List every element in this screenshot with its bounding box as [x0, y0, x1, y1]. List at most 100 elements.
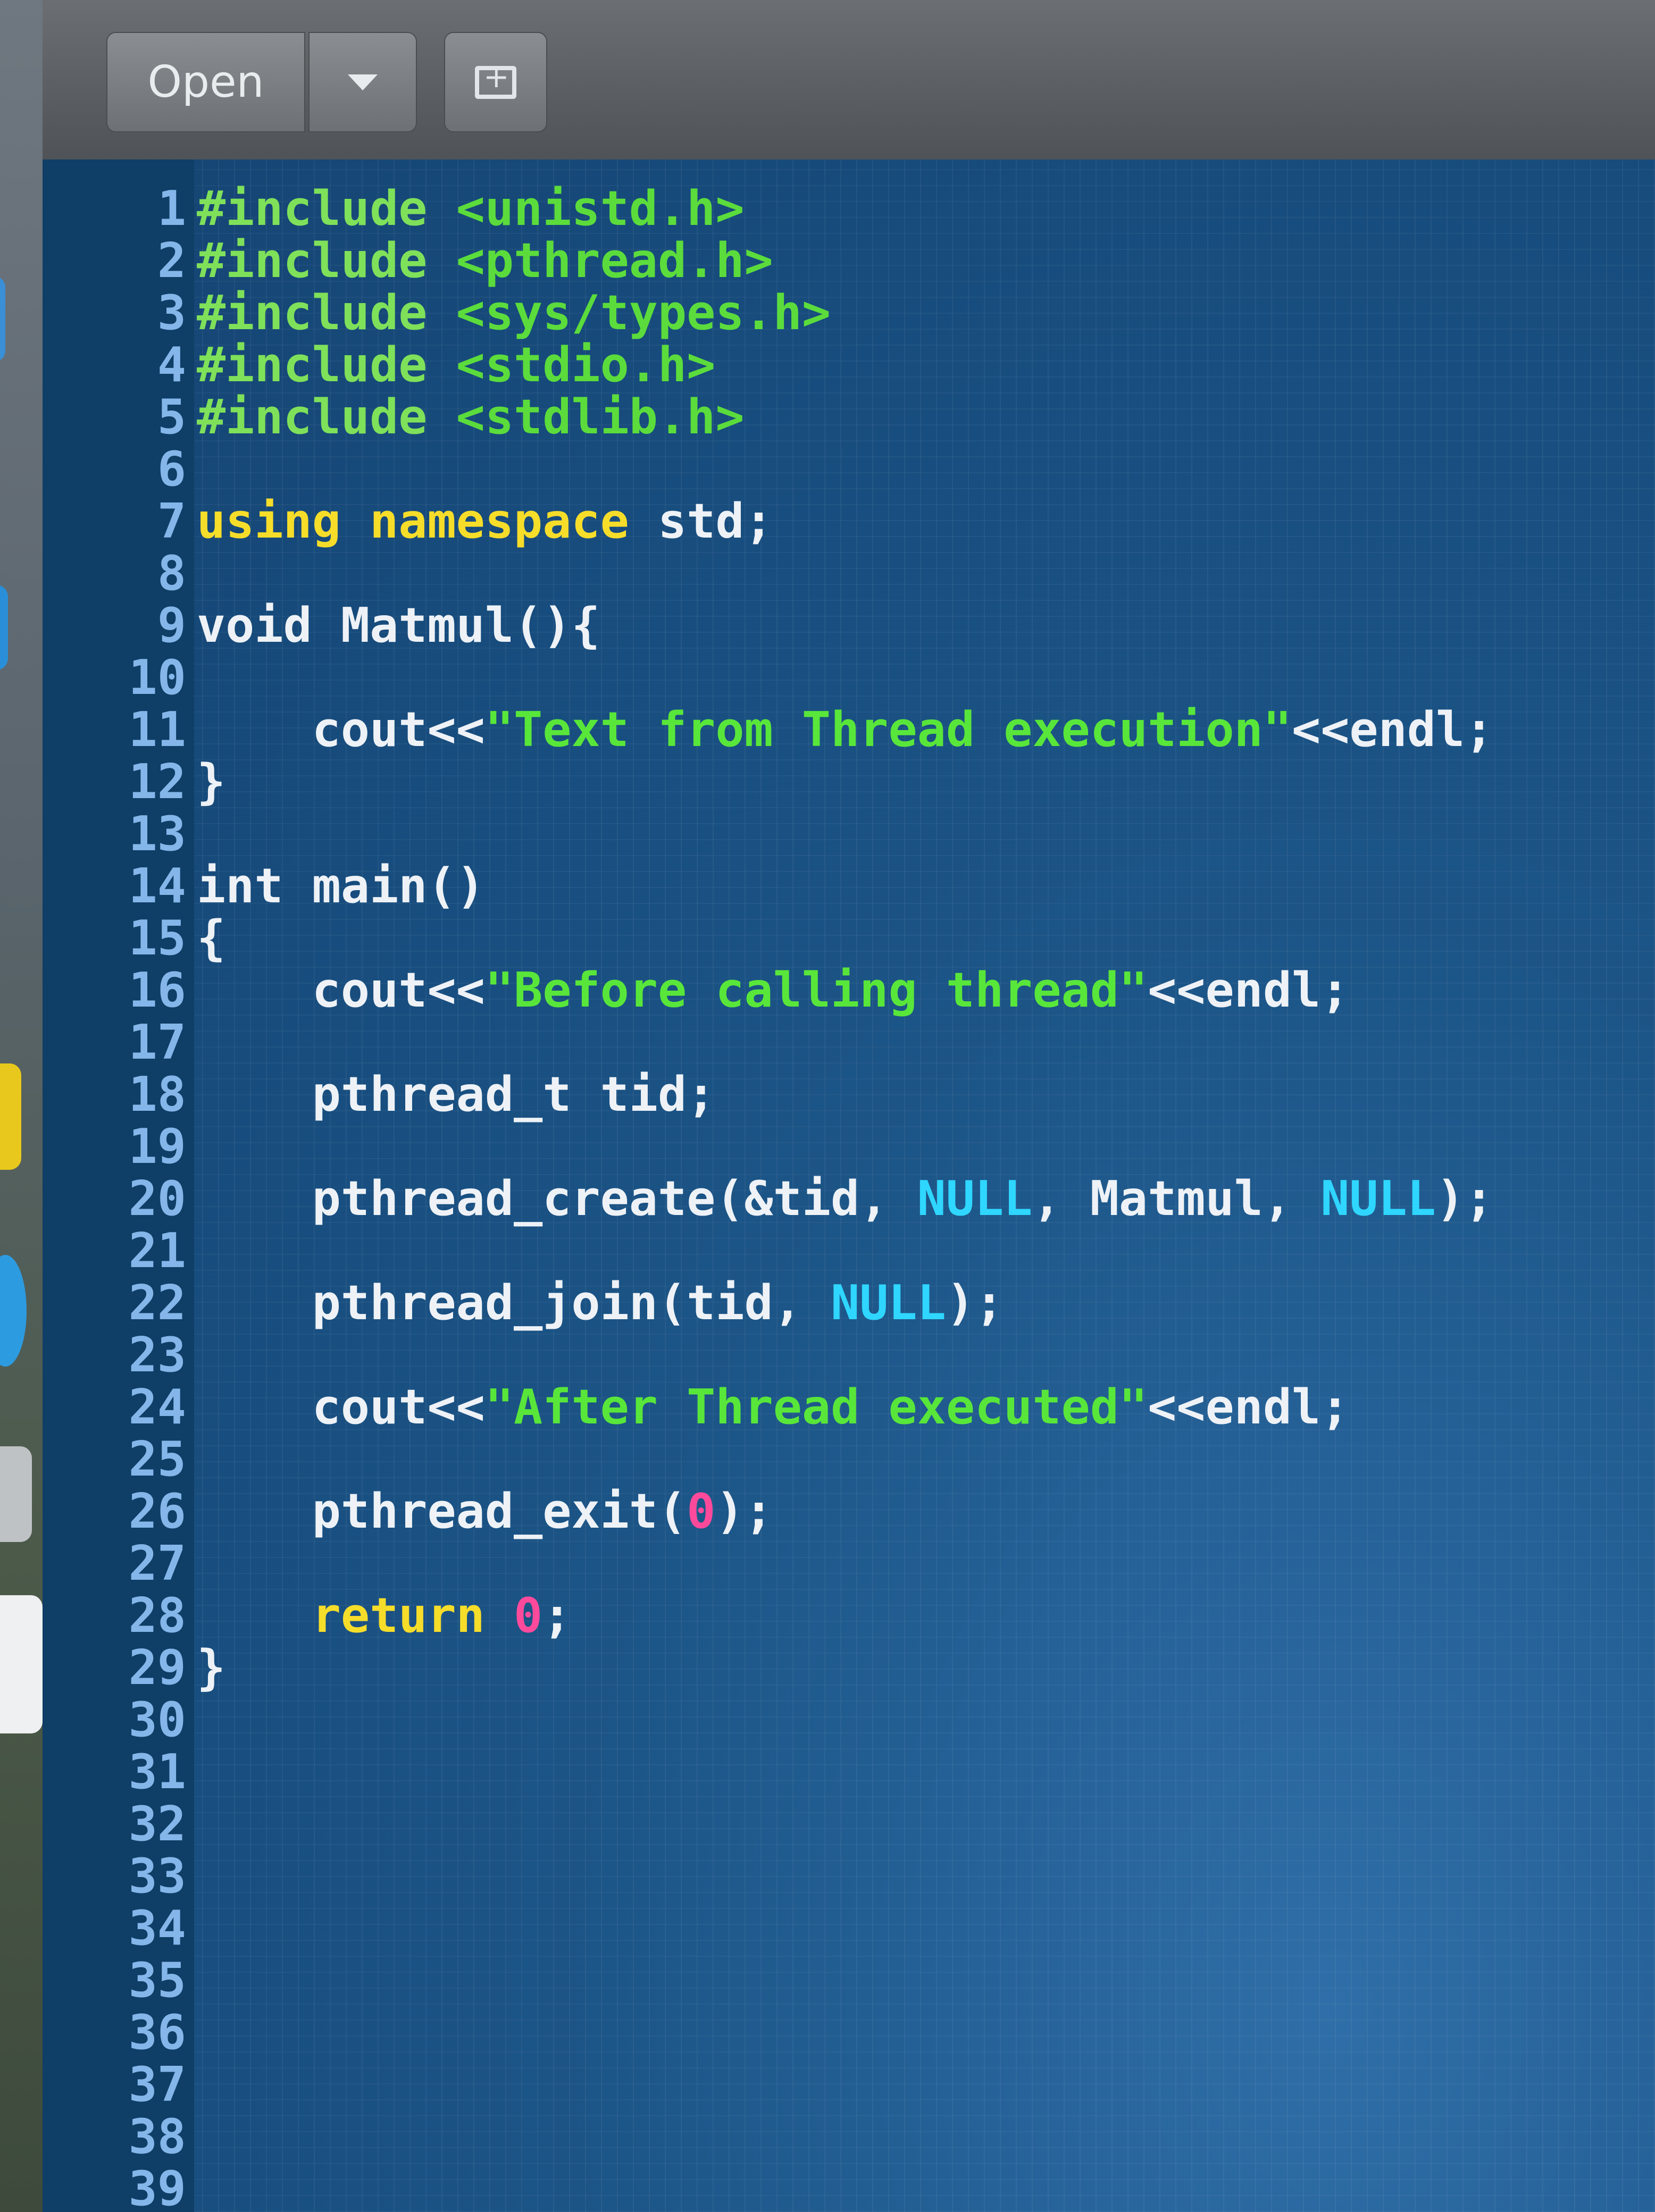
code-token: cout<< [197, 962, 485, 1018]
dock-app-icon[interactable] [0, 276, 5, 362]
new-document-icon [475, 58, 516, 99]
line-number: 9 [157, 598, 186, 653]
dock-app-icon[interactable] [0, 1255, 27, 1367]
code-text: pthread_exit(0); [197, 1484, 773, 1539]
code-token: <<endl; [1148, 962, 1350, 1018]
line-number: 11 [128, 702, 186, 758]
code-text: #include <sys/types.h> [197, 285, 831, 341]
code-token: cout<< [197, 702, 485, 758]
chevron-down-icon [348, 74, 378, 90]
code-token: <unistd.h> [456, 181, 745, 237]
line-number: 32 [128, 1796, 186, 1852]
code-text: cout<<"After Thread executed"<<endl; [197, 1379, 1350, 1435]
code-text: pthread_t tid; [197, 1067, 716, 1122]
line-number: 25 [128, 1431, 186, 1487]
code-token: #include [197, 337, 456, 393]
code-token: <sys/types.h> [456, 285, 831, 341]
line-number: 37 [128, 2057, 186, 2113]
code-text: #include <stdio.h> [197, 337, 715, 393]
code-token: <stdlib.h> [456, 389, 745, 445]
code-token: NULL [831, 1275, 946, 1331]
line-number: 6 [157, 441, 186, 497]
line-number: 4 [157, 337, 186, 393]
line-number: 14 [128, 858, 186, 914]
dock-app-icon[interactable] [0, 1446, 32, 1542]
code-token: int main() [197, 858, 485, 914]
line-number: 38 [128, 2109, 186, 2165]
code-token: #include [197, 285, 456, 341]
dock-app-icon[interactable] [0, 1595, 43, 1733]
line-number: 31 [128, 1744, 186, 1800]
code-token: "After Thread executed" [484, 1379, 1148, 1435]
line-number: 20 [128, 1171, 186, 1227]
code-token: 0 [514, 1588, 543, 1644]
code-text: void Matmul(){ [197, 598, 600, 653]
line-number: 27 [128, 1536, 186, 1591]
code-token: ); [1435, 1171, 1494, 1227]
line-number: 13 [128, 806, 186, 862]
code-text: } [197, 754, 225, 810]
line-number: 15 [128, 910, 186, 966]
open-button[interactable]: Open [106, 32, 305, 132]
line-number: 39 [128, 2161, 186, 2212]
code-token: NULL [1320, 1171, 1436, 1227]
code-text: #include <unistd.h> [197, 181, 745, 237]
code-text: cout<<"Text from Thread execution"<<endl… [197, 702, 1494, 758]
code-text: #include <stdlib.h> [197, 389, 745, 445]
code-token: pthread_exit( [197, 1484, 687, 1539]
code-token: pthread_create(&tid, [197, 1171, 917, 1227]
code-token: <stdio.h> [456, 337, 716, 393]
code-text: cout<<"Before calling thread"<<endl; [197, 962, 1350, 1018]
code-token: using namespace [197, 493, 629, 549]
line-number: 10 [128, 650, 186, 706]
code-token: std; [629, 493, 773, 549]
code-token: , Matmul, [1032, 1171, 1321, 1227]
code-token: #include [197, 181, 456, 237]
line-number: 8 [157, 546, 186, 601]
line-number: 17 [128, 1015, 186, 1070]
dock-app-icon[interactable] [0, 1063, 21, 1170]
code-token: } [197, 1640, 226, 1696]
line-number: 1 [157, 181, 186, 237]
code-token: pthread_t tid; [197, 1067, 716, 1122]
line-number: 24 [128, 1379, 186, 1435]
line-number: 33 [128, 1848, 186, 1904]
code-text: { [197, 910, 225, 966]
dock-app-icon[interactable] [0, 585, 8, 670]
code-token: return [312, 1588, 485, 1644]
open-menu-button[interactable] [308, 32, 417, 132]
line-number: 19 [128, 1119, 186, 1175]
code-token: ; [542, 1588, 572, 1644]
code-token: { [197, 910, 226, 966]
new-document-button[interactable] [444, 32, 547, 132]
code-token: 0 [687, 1484, 716, 1539]
desktop-dock [0, 0, 49, 2212]
code-token: #include [197, 389, 456, 445]
line-number: 18 [128, 1067, 186, 1122]
code-token: } [197, 754, 226, 810]
code-token: cout<< [197, 1379, 485, 1435]
line-number: 29 [128, 1640, 186, 1696]
code-token: <pthread.h> [456, 233, 773, 289]
code-editor[interactable]: 1 #include <unistd.h> 2 #include <pthread.h… [43, 160, 1655, 2212]
code-token: NULL [917, 1171, 1033, 1227]
code-token: #include [197, 233, 456, 289]
line-number: 35 [128, 1953, 186, 2008]
line-number: 5 [157, 389, 186, 445]
code-token: ); [946, 1275, 1004, 1331]
line-number: 3 [157, 285, 186, 341]
code-token: "Text from Thread execution" [484, 702, 1292, 758]
code-text: using namespace std; [197, 493, 773, 549]
line-number: 36 [128, 2005, 186, 2060]
code-token: pthread_join(tid, [197, 1275, 831, 1331]
code-token: <<endl; [1292, 702, 1494, 758]
code-text: return 0; [197, 1588, 572, 1644]
line-number: 28 [128, 1588, 186, 1644]
line-number: 7 [157, 493, 186, 549]
code-text: } [197, 1640, 225, 1696]
line-number: 12 [128, 754, 186, 810]
code-text: pthread_create(&tid, NULL, Matmul, NULL)… [197, 1171, 1494, 1227]
line-number: 23 [128, 1327, 186, 1383]
